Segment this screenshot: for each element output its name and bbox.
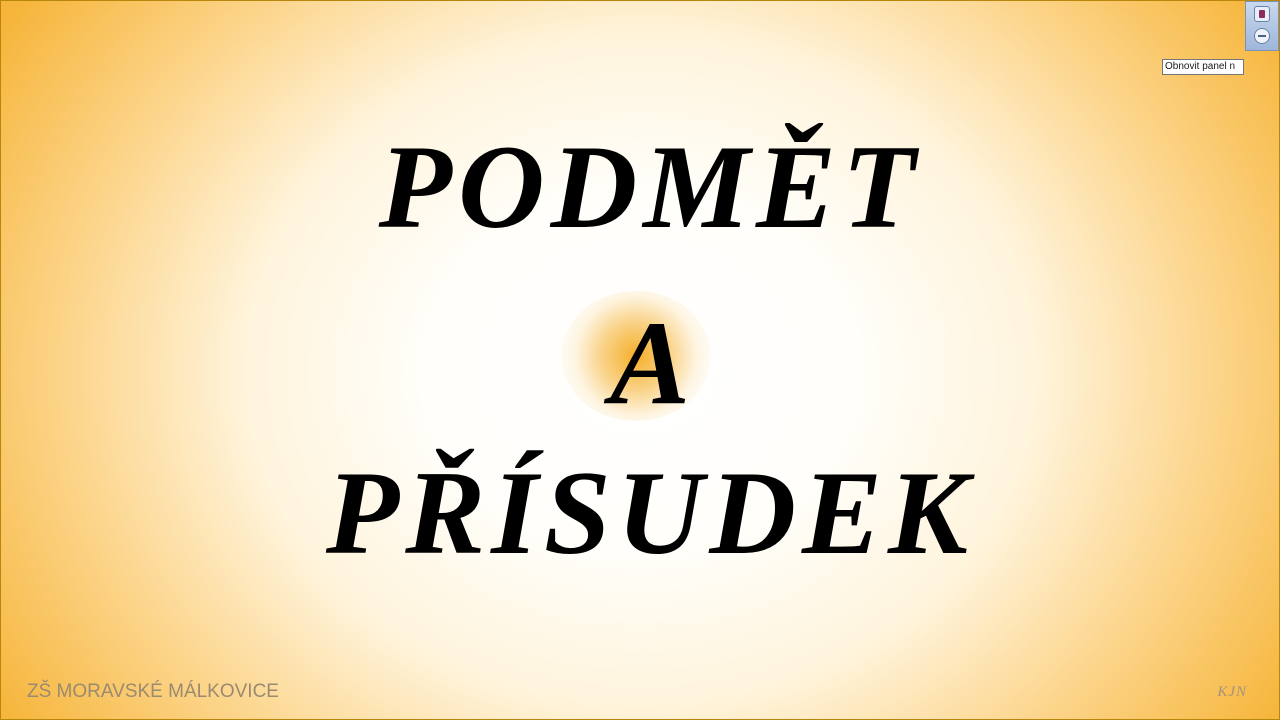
presentation-slide: PODMĚT A PŘÍSUDEK ZŠ MORAVSKÉ MÁLKOVICE … xyxy=(0,0,1280,720)
title-line-podmet: PODMĚT xyxy=(378,120,922,253)
school-name-footer: ZŠ MORAVSKÉ MÁLKOVICE xyxy=(27,681,279,702)
refresh-panel-tooltip: Obnovit panel n xyxy=(1162,59,1244,75)
minus-circle-icon[interactable] xyxy=(1254,28,1270,44)
stop-icon[interactable] xyxy=(1254,6,1270,22)
author-initials-footer: KJN xyxy=(1217,684,1247,700)
title-line-a: A xyxy=(609,296,691,429)
floating-side-panel xyxy=(1245,1,1279,51)
title-line-prisudek: PŘÍSUDEK xyxy=(325,446,975,579)
